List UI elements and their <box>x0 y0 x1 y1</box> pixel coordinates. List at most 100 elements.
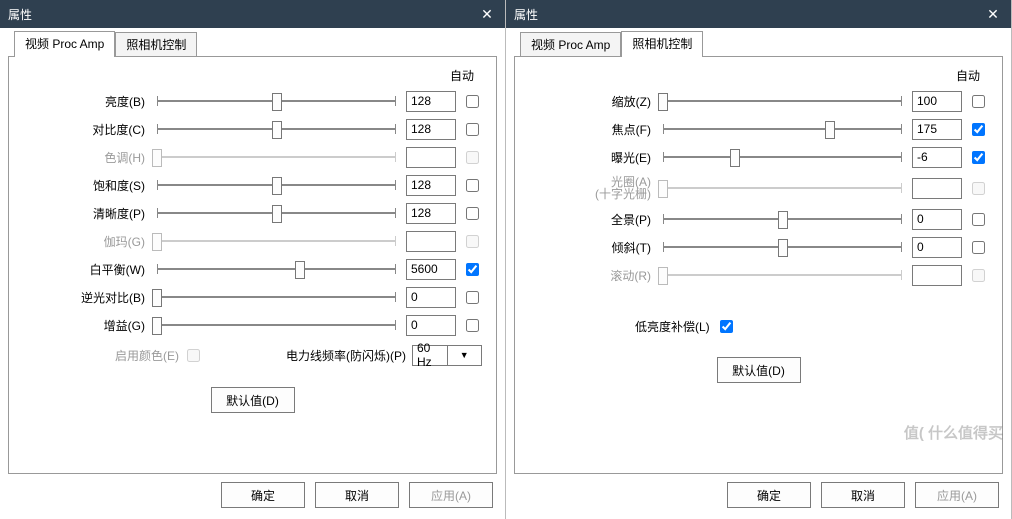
titlebar[interactable]: 属性 ✕ <box>506 0 1011 28</box>
slider-track[interactable] <box>157 91 396 111</box>
slider-row: 对比度(C) <box>23 115 482 143</box>
slider-row: 清晰度(P) <box>23 199 482 227</box>
slider-track[interactable] <box>663 237 902 257</box>
apply-button[interactable]: 应用(A) <box>915 482 999 508</box>
auto-checkbox[interactable] <box>466 319 479 332</box>
lowlight-checkbox[interactable] <box>720 320 733 333</box>
auto-checkbox[interactable] <box>466 123 479 136</box>
enable-color-label: 启用颜色(E) <box>23 347 183 364</box>
slider-row: 光圈(A)(十字光栅) <box>529 171 988 205</box>
powerline-label: 电力线频率(防闪烁)(P) <box>286 347 412 364</box>
slider-track <box>663 178 902 198</box>
slider-thumb[interactable] <box>295 261 305 279</box>
value-input[interactable] <box>406 315 456 336</box>
powerline-combo[interactable]: 60 Hz ▼ <box>412 345 482 366</box>
slider-thumb[interactable] <box>272 205 282 223</box>
slider-track[interactable] <box>157 203 396 223</box>
auto-checkbox[interactable] <box>972 123 985 136</box>
tab-strip: 视频 Proc Amp 照相机控制 <box>520 34 1003 56</box>
slider-track[interactable] <box>663 91 902 111</box>
slider-label: 清晰度(P) <box>23 205 151 222</box>
slider-thumb[interactable] <box>272 93 282 111</box>
slider-track[interactable] <box>157 119 396 139</box>
default-button[interactable]: 默认值(D) <box>717 357 801 383</box>
auto-checkbox <box>466 235 479 248</box>
slider-track[interactable] <box>157 175 396 195</box>
apply-button[interactable]: 应用(A) <box>409 482 493 508</box>
slider-row: 曝光(E) <box>529 143 988 171</box>
tab-video-proc-amp[interactable]: 视频 Proc Amp <box>520 32 621 57</box>
value-input[interactable] <box>406 203 456 224</box>
auto-checkbox[interactable] <box>972 241 985 254</box>
auto-checkbox[interactable] <box>466 291 479 304</box>
auto-checkbox <box>972 182 985 195</box>
titlebar[interactable]: 属性 ✕ <box>0 0 505 28</box>
slider-thumb[interactable] <box>825 121 835 139</box>
auto-header: 自动 <box>956 67 980 84</box>
slider-row: 伽玛(G) <box>23 227 482 255</box>
slider-track[interactable] <box>157 315 396 335</box>
button-bar: 确定 取消 应用(A) <box>506 479 1011 519</box>
ok-button[interactable]: 确定 <box>727 482 811 508</box>
slider-label: 白平衡(W) <box>23 261 151 278</box>
slider-thumb <box>152 233 162 251</box>
auto-checkbox[interactable] <box>466 95 479 108</box>
slider-label: 滚动(R) <box>529 267 657 284</box>
auto-checkbox[interactable] <box>972 151 985 164</box>
default-button[interactable]: 默认值(D) <box>211 387 295 413</box>
value-input[interactable] <box>406 287 456 308</box>
cancel-button[interactable]: 取消 <box>821 482 905 508</box>
close-icon[interactable]: ✕ <box>983 4 1003 24</box>
panel-camera: 自动 缩放(Z)焦点(F)曝光(E)光圈(A)(十字光栅)全景(P)倾斜(T)滚… <box>514 56 1003 474</box>
slider-thumb <box>658 180 668 198</box>
slider-thumb[interactable] <box>152 317 162 335</box>
slider-row: 倾斜(T) <box>529 233 988 261</box>
close-icon[interactable]: ✕ <box>477 4 497 24</box>
window-title: 属性 <box>8 6 477 23</box>
slider-thumb[interactable] <box>730 149 740 167</box>
value-input[interactable] <box>406 91 456 112</box>
auto-checkbox[interactable] <box>972 95 985 108</box>
value-input[interactable] <box>406 175 456 196</box>
tab-strip: 视频 Proc Amp 照相机控制 <box>14 34 497 56</box>
auto-checkbox[interactable] <box>466 179 479 192</box>
slider-thumb[interactable] <box>152 289 162 307</box>
dialog-camera-control: 属性 ✕ 视频 Proc Amp 照相机控制 自动 缩放(Z)焦点(F)曝光(E… <box>506 0 1012 519</box>
value-input[interactable] <box>912 237 962 258</box>
auto-checkbox[interactable] <box>972 213 985 226</box>
tab-camera-control[interactable]: 照相机控制 <box>115 32 197 57</box>
panel-video: 自动 亮度(B)对比度(C)色调(H)饱和度(S)清晰度(P)伽玛(G)白平衡(… <box>8 56 497 474</box>
slider-track[interactable] <box>663 209 902 229</box>
slider-label: 曝光(E) <box>529 149 657 166</box>
slider-track[interactable] <box>157 287 396 307</box>
slider-track[interactable] <box>157 259 396 279</box>
auto-checkbox[interactable] <box>466 207 479 220</box>
slider-thumb[interactable] <box>272 177 282 195</box>
chevron-down-icon[interactable]: ▼ <box>447 346 482 365</box>
slider-thumb[interactable] <box>778 239 788 257</box>
cancel-button[interactable]: 取消 <box>315 482 399 508</box>
dialog-video-proc-amp: 属性 ✕ 视频 Proc Amp 照相机控制 自动 亮度(B)对比度(C)色调(… <box>0 0 506 519</box>
slider-track <box>157 147 396 167</box>
slider-label: 增益(G) <box>23 317 151 334</box>
slider-track[interactable] <box>663 147 902 167</box>
tab-video-proc-amp[interactable]: 视频 Proc Amp <box>14 31 115 57</box>
slider-row: 白平衡(W) <box>23 255 482 283</box>
value-input[interactable] <box>912 209 962 230</box>
button-bar: 确定 取消 应用(A) <box>0 479 505 519</box>
value-input[interactable] <box>406 259 456 280</box>
slider-thumb[interactable] <box>778 211 788 229</box>
slider-row: 饱和度(S) <box>23 171 482 199</box>
slider-thumb[interactable] <box>272 121 282 139</box>
auto-checkbox[interactable] <box>466 263 479 276</box>
slider-track[interactable] <box>663 119 902 139</box>
value-input <box>406 231 456 252</box>
value-input[interactable] <box>406 119 456 140</box>
value-input[interactable] <box>912 119 962 140</box>
value-input[interactable] <box>912 91 962 112</box>
ok-button[interactable]: 确定 <box>221 482 305 508</box>
slider-thumb[interactable] <box>658 93 668 111</box>
slider-row: 亮度(B) <box>23 87 482 115</box>
value-input[interactable] <box>912 147 962 168</box>
tab-camera-control[interactable]: 照相机控制 <box>621 31 703 57</box>
